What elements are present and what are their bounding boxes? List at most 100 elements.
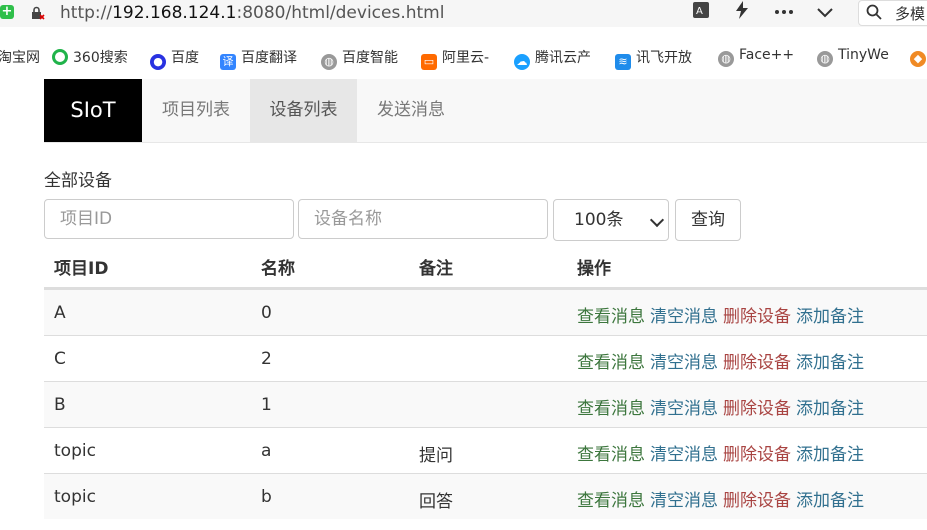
add-note-link[interactable]: 添加备注: [796, 399, 864, 419]
nav-send-message[interactable]: 发送消息: [357, 79, 465, 142]
bookmark-faceplusplus[interactable]: ◍ Face++: [718, 47, 794, 67]
nav-projects[interactable]: 项目列表: [142, 79, 250, 142]
clear-messages-link[interactable]: 清空消息: [650, 445, 718, 465]
table-row: A 0 查看消息 清空消息 删除设备 添加备注: [44, 289, 927, 335]
table-row: B 1 查看消息 清空消息 删除设备 添加备注: [44, 381, 927, 427]
add-note-link[interactable]: 添加备注: [796, 353, 864, 373]
cell-name: 2: [261, 349, 272, 369]
bookmark-taobao[interactable]: 淘宝网: [0, 47, 40, 67]
lightning-icon[interactable]: [734, 0, 750, 24]
bookmark-label: 360搜索: [73, 50, 128, 66]
cell-project-id: A: [54, 303, 66, 323]
translate-icon: 译: [220, 54, 236, 70]
limit-select[interactable]: 100条: [553, 199, 669, 241]
table-body: A 0 查看消息 清空消息 删除设备 添加备注 C 2 查看消息 清空消息 删除设备 添加备注 B 1 查看…: [44, 289, 927, 519]
bookmark-label: 阿里云-: [442, 50, 490, 66]
bookmarks-bar: 淘宝网 360搜索 ● 百度 译百度翻译 ◍ 百度智能 ▭ 阿里云- ☁ 腾讯云产 ≋ 讯…: [0, 40, 927, 74]
globe-icon: ◍: [718, 51, 734, 67]
svg-text:A: A: [696, 6, 703, 17]
query-button[interactable]: 查询: [675, 199, 741, 241]
translate-page-icon[interactable]: A: [692, 0, 712, 24]
view-messages-link[interactable]: 查看消息: [577, 399, 645, 419]
url-scheme: http://: [60, 3, 113, 23]
delete-device-link[interactable]: 删除设备: [723, 399, 791, 419]
url-host: 192.168.124.1: [112, 3, 237, 23]
clear-messages-link[interactable]: 清空消息: [650, 353, 718, 373]
delete-device-link[interactable]: 删除设备: [723, 307, 791, 327]
cell-note: 回答: [419, 492, 453, 512]
delete-device-link[interactable]: 删除设备: [723, 491, 791, 511]
360-icon: [52, 49, 68, 65]
cell-project-id: topic: [54, 441, 96, 461]
add-note-link[interactable]: 添加备注: [796, 445, 864, 465]
clear-messages-link[interactable]: 清空消息: [650, 307, 718, 327]
chevron-down-icon[interactable]: [815, 4, 835, 26]
bookmark-label: 百度翻译: [241, 50, 297, 66]
cell-name: a: [261, 441, 272, 461]
bookmark-tinywebdb[interactable]: ◍ TinyWe: [817, 47, 889, 67]
table-row: topic a 提问 查看消息 清空消息 删除设备 添加备注: [44, 427, 927, 473]
clear-messages-link[interactable]: 清空消息: [650, 399, 718, 419]
bookmark-baidu-translate[interactable]: 译百度翻译: [220, 47, 297, 70]
cell-name: b: [261, 487, 272, 507]
baidu-paw-icon: ●: [150, 54, 166, 70]
view-messages-link[interactable]: 查看消息: [577, 353, 645, 373]
insecure-lock-icon[interactable]: [31, 6, 45, 20]
bookmark-label: 百度智能: [342, 50, 398, 66]
url-text[interactable]: http://192.168.124.1:8080/html/devices.h…: [60, 3, 444, 23]
navbar: SIoT 项目列表 设备列表 发送消息: [44, 79, 927, 143]
view-messages-link[interactable]: 查看消息: [577, 491, 645, 511]
clear-messages-link[interactable]: 清空消息: [650, 491, 718, 511]
bookmark-label: TinyWe: [838, 47, 889, 63]
bookmark-xunfei[interactable]: ≋ 讯飞开放: [615, 47, 692, 70]
extension-plus-icon[interactable]: +: [0, 5, 14, 19]
col-actions: 操作: [577, 259, 611, 279]
browser-search-box[interactable]: 多模: [858, 0, 927, 26]
bookmark-tencent-cloud[interactable]: ☁ 腾讯云产: [514, 47, 591, 70]
search-box-text: 多模: [895, 5, 926, 23]
xunfei-icon: ≋: [615, 54, 631, 70]
bookmark-label: 淘宝网: [0, 50, 40, 66]
bookmark-360[interactable]: 360搜索: [52, 47, 128, 67]
col-name: 名称: [261, 259, 295, 279]
row-actions: 查看消息 清空消息 删除设备 添加备注: [577, 348, 869, 373]
globe-icon: ◍: [321, 54, 337, 70]
view-messages-link[interactable]: 查看消息: [577, 307, 645, 327]
cell-project-id: B: [54, 395, 66, 415]
address-bar: + http://192.168.124.1:8080/html/devices…: [0, 0, 927, 27]
device-name-input[interactable]: 设备名称: [298, 199, 548, 239]
cell-name: 1: [261, 395, 272, 415]
bookmark-aliyun[interactable]: ▭ 阿里云-: [421, 47, 490, 70]
delete-device-link[interactable]: 删除设备: [723, 353, 791, 373]
search-icon: [866, 4, 882, 24]
add-note-link[interactable]: 添加备注: [796, 491, 864, 511]
globe-icon: ◍: [817, 51, 833, 67]
delete-device-link[interactable]: 删除设备: [723, 445, 791, 465]
chevron-down-icon: [649, 212, 665, 228]
cloud-icon: ☁: [514, 54, 530, 70]
nav-devices[interactable]: 设备列表: [250, 79, 357, 142]
cell-project-id: C: [54, 349, 66, 369]
bookmark-label: Face++: [739, 47, 795, 63]
cell-name: 0: [261, 303, 272, 323]
bookmark-baidu[interactable]: ● 百度: [150, 47, 199, 70]
table-row: topic b 回答 查看消息 清空消息 删除设备 添加备注: [44, 473, 927, 519]
cell-note: 提问: [419, 446, 453, 466]
col-note: 备注: [419, 259, 453, 279]
limit-select-value: 100条: [574, 210, 624, 230]
view-messages-link[interactable]: 查看消息: [577, 445, 645, 465]
more-icon[interactable]: [774, 4, 794, 23]
table-header: 项目ID 名称 备注 操作: [44, 242, 927, 289]
bookmark-overflow[interactable]: ◆: [910, 47, 927, 67]
project-id-input[interactable]: 项目ID: [44, 199, 294, 239]
brand-logo[interactable]: SIoT: [44, 79, 142, 142]
table-row: C 2 查看消息 清空消息 删除设备 添加备注: [44, 335, 927, 381]
add-note-link[interactable]: 添加备注: [796, 307, 864, 327]
row-actions: 查看消息 清空消息 删除设备 添加备注: [577, 440, 869, 465]
bookmark-app-icon: ◆: [910, 51, 926, 67]
row-actions: 查看消息 清空消息 删除设备 添加备注: [577, 486, 869, 511]
row-actions: 查看消息 清空消息 删除设备 添加备注: [577, 394, 869, 419]
bookmark-baidu-ai[interactable]: ◍ 百度智能: [321, 47, 398, 70]
page-title: 全部设备: [44, 171, 112, 191]
bookmark-label: 讯飞开放: [636, 50, 692, 66]
